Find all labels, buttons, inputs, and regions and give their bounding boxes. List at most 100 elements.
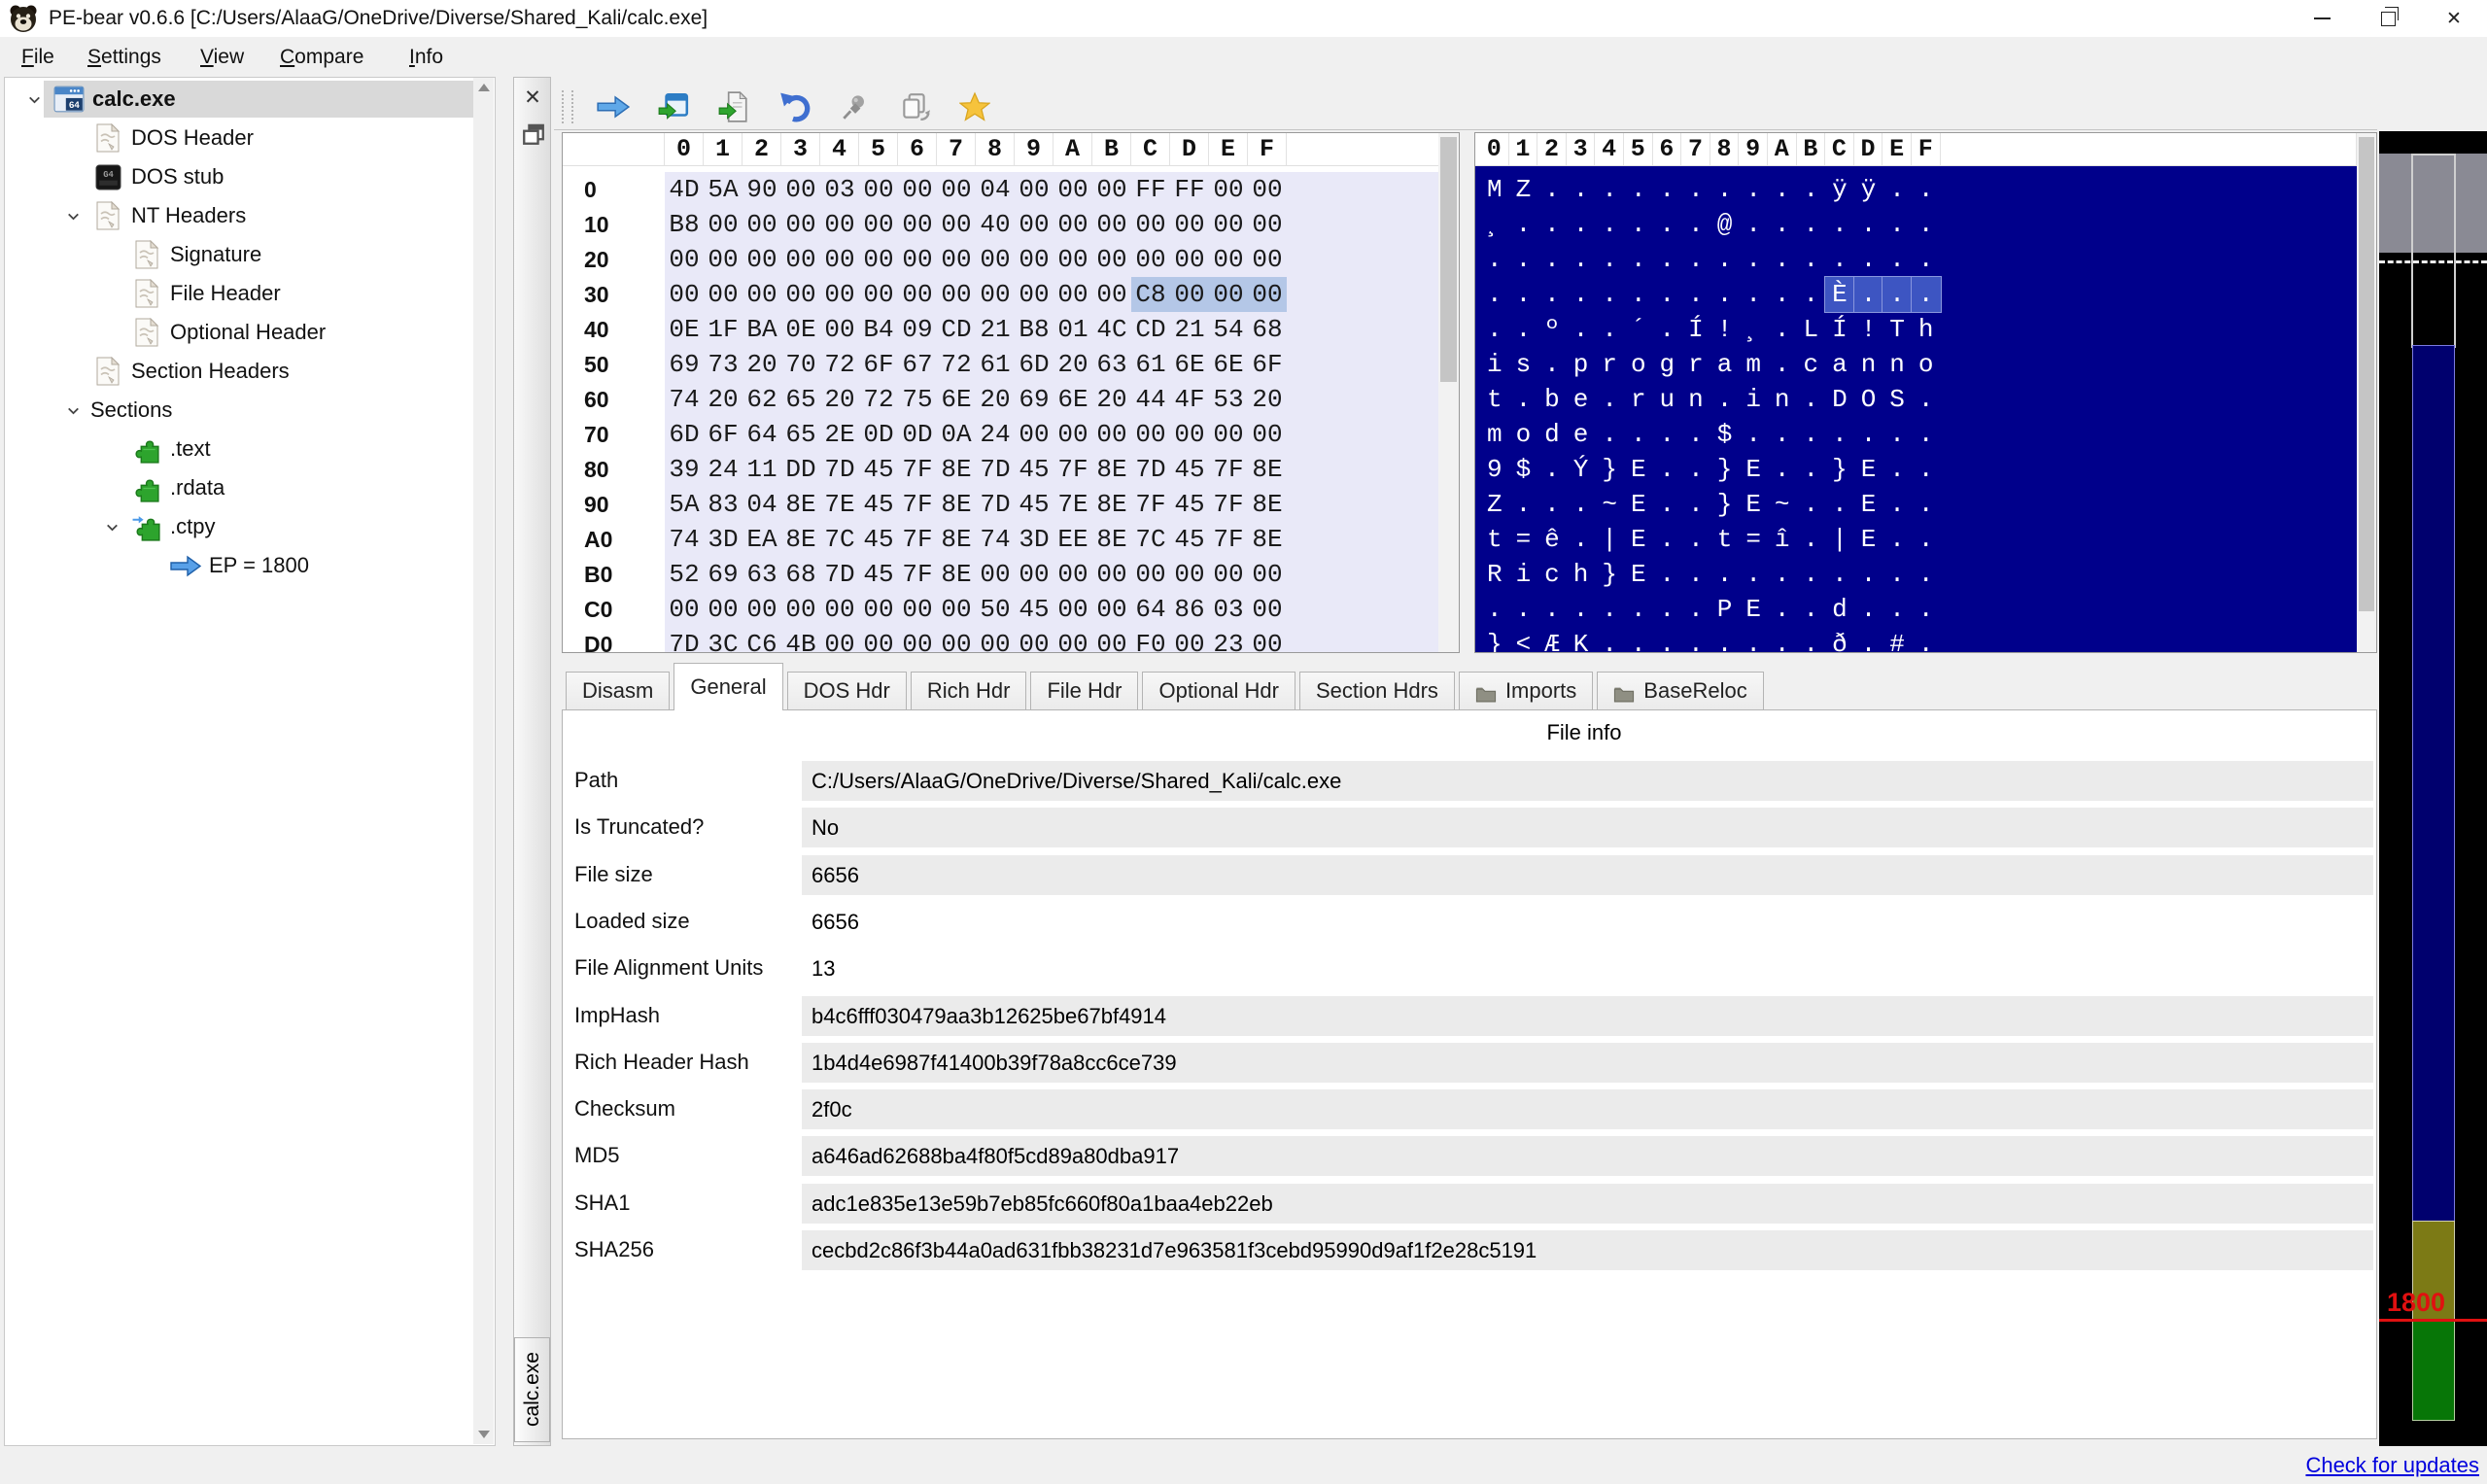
- hex-byte[interactable]: 45: [1170, 487, 1209, 522]
- ascii-char[interactable]: .: [1797, 452, 1826, 487]
- hex-byte[interactable]: 7C: [1131, 522, 1170, 557]
- hex-byte[interactable]: 00: [820, 242, 859, 277]
- ascii-char[interactable]: .: [1681, 592, 1710, 627]
- ascii-char[interactable]: .: [1797, 277, 1826, 312]
- ascii-char[interactable]: .: [1739, 172, 1768, 207]
- ascii-char[interactable]: n: [1681, 382, 1710, 417]
- ascii-char[interactable]: .: [1595, 277, 1624, 312]
- hex-byte[interactable]: 00: [1248, 242, 1287, 277]
- ascii-char[interactable]: .: [1595, 172, 1624, 207]
- ascii-char[interactable]: .: [1854, 242, 1883, 277]
- hex-byte[interactable]: 23: [1209, 627, 1248, 652]
- hex-byte[interactable]: 50: [976, 592, 1015, 627]
- hex-byte[interactable]: 00: [781, 172, 820, 207]
- ascii-char[interactable]: .: [1912, 487, 1941, 522]
- hex-byte[interactable]: 00: [1054, 557, 1092, 592]
- hex-byte[interactable]: 00: [1209, 172, 1248, 207]
- ascii-char[interactable]: ~: [1595, 487, 1624, 522]
- ascii-char[interactable]: .: [1624, 627, 1653, 652]
- scrollbar-thumb[interactable]: [2359, 137, 2374, 611]
- ascii-char[interactable]: .: [1681, 172, 1710, 207]
- ascii-char[interactable]: .: [1710, 277, 1740, 312]
- hex-byte[interactable]: 00: [1092, 592, 1131, 627]
- tree-item-dos-stub[interactable]: G4DOS stub: [5, 157, 496, 196]
- hex-byte[interactable]: 7D: [820, 557, 859, 592]
- hex-byte[interactable]: 0D: [898, 417, 937, 452]
- hex-byte[interactable]: 00: [1015, 207, 1054, 242]
- hex-byte[interactable]: 7F: [898, 557, 937, 592]
- hex-byte[interactable]: 00: [1209, 417, 1248, 452]
- ascii-char[interactable]: .: [1681, 207, 1710, 242]
- ascii-char[interactable]: n: [1883, 347, 1912, 382]
- hex-byte[interactable]: 72: [859, 382, 898, 417]
- info-value[interactable]: 13: [802, 949, 2373, 988]
- ascii-char[interactable]: .: [1537, 207, 1567, 242]
- ascii-char[interactable]: .: [1912, 172, 1941, 207]
- ascii-char[interactable]: .: [1912, 382, 1941, 417]
- hex-byte[interactable]: 8E: [937, 522, 976, 557]
- ascii-char[interactable]: .: [1509, 382, 1538, 417]
- hex-byte[interactable]: 4F: [1170, 382, 1209, 417]
- ascii-char[interactable]: .: [1739, 417, 1768, 452]
- hex-byte[interactable]: 00: [1209, 242, 1248, 277]
- hex-byte[interactable]: 0E: [781, 312, 820, 347]
- ascii-char[interactable]: |: [1825, 522, 1854, 557]
- hex-byte[interactable]: 00: [898, 627, 937, 652]
- hex-byte[interactable]: 61: [976, 347, 1015, 382]
- hex-byte[interactable]: 63: [743, 557, 781, 592]
- hex-byte[interactable]: 00: [1054, 242, 1092, 277]
- hex-byte[interactable]: 00: [859, 207, 898, 242]
- hex-byte[interactable]: EA: [743, 522, 781, 557]
- ascii-char[interactable]: 9: [1480, 452, 1509, 487]
- ascii-char[interactable]: ¸: [1739, 312, 1768, 347]
- ascii-char[interactable]: .: [1480, 277, 1509, 312]
- scroll-up-icon[interactable]: [478, 84, 490, 91]
- ascii-char[interactable]: }: [1825, 452, 1854, 487]
- hex-byte[interactable]: 00: [704, 277, 743, 312]
- info-value[interactable]: 1b4d4e6987f41400b39f78a8cc6ce739: [802, 1043, 2373, 1083]
- hex-byte[interactable]: 5A: [665, 487, 704, 522]
- hex-byte[interactable]: 8E: [1092, 487, 1131, 522]
- hex-byte[interactable]: B4: [859, 312, 898, 347]
- ascii-char[interactable]: .: [1710, 242, 1740, 277]
- dock-float-button[interactable]: [521, 121, 546, 147]
- tree-item-section-headers[interactable]: Section Headers: [5, 352, 496, 391]
- ascii-char[interactable]: c: [1537, 557, 1567, 592]
- ascii-char[interactable]: .: [1912, 207, 1941, 242]
- hex-byte[interactable]: 03: [1209, 592, 1248, 627]
- hex-byte[interactable]: 7C: [820, 522, 859, 557]
- ascii-char[interactable]: .: [1768, 242, 1797, 277]
- hex-byte[interactable]: 21: [976, 312, 1015, 347]
- chevron-down-icon[interactable]: [17, 91, 52, 108]
- hex-byte[interactable]: 6E: [937, 382, 976, 417]
- tree-item-signature[interactable]: Signature: [5, 235, 496, 274]
- hex-byte[interactable]: 00: [976, 277, 1015, 312]
- hex-byte[interactable]: 7D: [976, 487, 1015, 522]
- ascii-char[interactable]: .: [1681, 627, 1710, 652]
- hex-byte[interactable]: 00: [1131, 207, 1170, 242]
- ascii-char[interactable]: <: [1509, 627, 1538, 652]
- hex-byte[interactable]: 00: [665, 277, 704, 312]
- ascii-char[interactable]: R: [1480, 557, 1509, 592]
- hex-byte[interactable]: 45: [1170, 522, 1209, 557]
- hex-byte[interactable]: 00: [898, 172, 937, 207]
- hex-byte[interactable]: 45: [1015, 487, 1054, 522]
- hex-byte[interactable]: 8E: [1248, 487, 1287, 522]
- ascii-char[interactable]: E: [1624, 487, 1653, 522]
- ascii-char[interactable]: .: [1537, 172, 1567, 207]
- tree-item--ctpy[interactable]: .ctpy: [5, 507, 496, 546]
- hex-byte[interactable]: 7F: [898, 452, 937, 487]
- hex-byte[interactable]: 6E: [1209, 347, 1248, 382]
- ascii-char[interactable]: h: [1567, 557, 1596, 592]
- hex-byte[interactable]: 69: [1015, 382, 1054, 417]
- hex-byte[interactable]: 44: [1131, 382, 1170, 417]
- info-value[interactable]: b4c6fff030479aa3b12625be67bf4914: [802, 996, 2373, 1036]
- ascii-char[interactable]: .: [1567, 592, 1596, 627]
- hex-byte[interactable]: 65: [781, 417, 820, 452]
- hex-byte[interactable]: 83: [704, 487, 743, 522]
- hex-byte[interactable]: 7D: [976, 452, 1015, 487]
- hex-byte[interactable]: 00: [1170, 242, 1209, 277]
- hex-byte[interactable]: 00: [1209, 207, 1248, 242]
- hex-byte[interactable]: 00: [937, 172, 976, 207]
- hex-byte[interactable]: 04: [743, 487, 781, 522]
